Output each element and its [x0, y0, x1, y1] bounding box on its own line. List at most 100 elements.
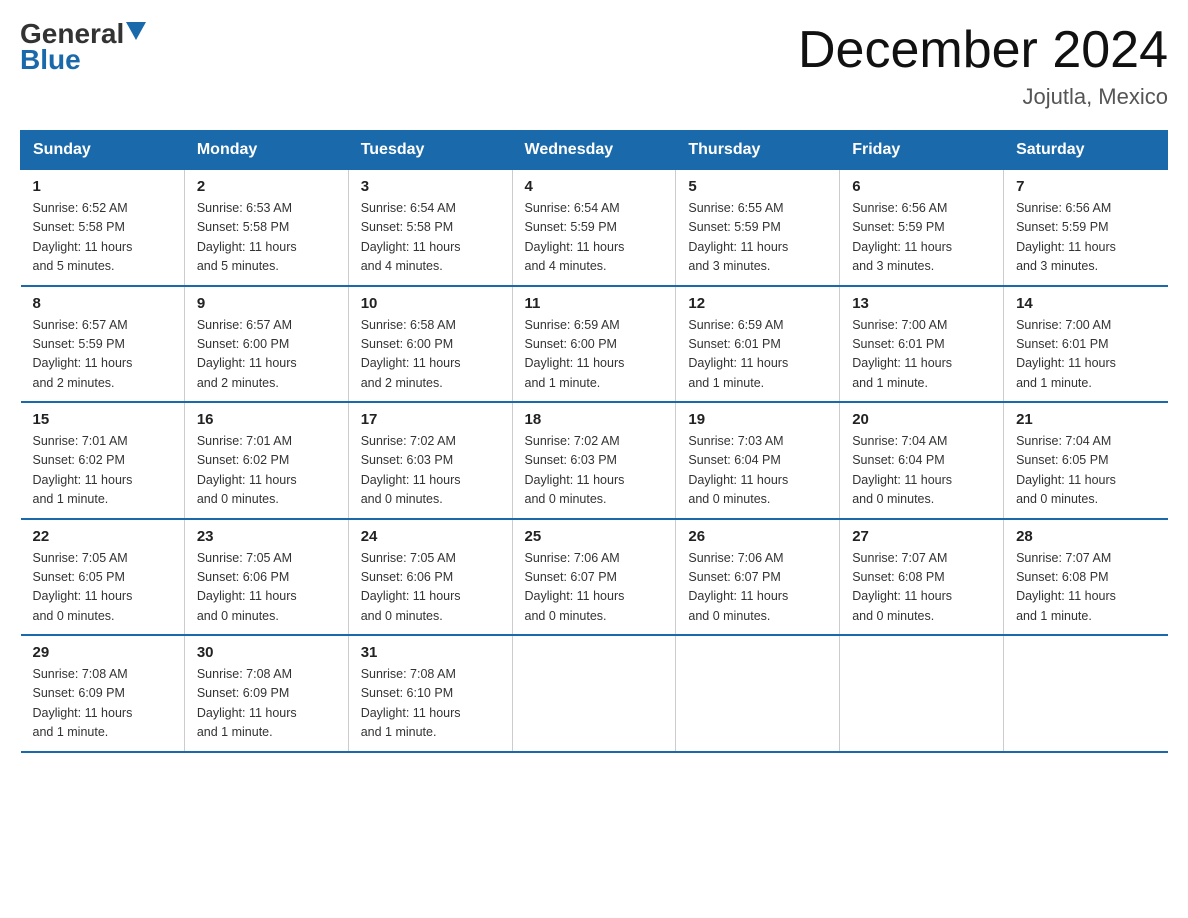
day-info: Sunrise: 6:58 AMSunset: 6:00 PMDaylight:… [361, 316, 500, 394]
logo-blue-text: Blue [20, 44, 81, 76]
calendar-cell [840, 635, 1004, 752]
day-number: 21 [1016, 411, 1155, 428]
day-info: Sunrise: 7:04 AMSunset: 6:04 PMDaylight:… [852, 432, 991, 510]
calendar-week-row: 22 Sunrise: 7:05 AMSunset: 6:05 PMDaylig… [21, 519, 1168, 636]
calendar-cell: 31 Sunrise: 7:08 AMSunset: 6:10 PMDaylig… [348, 635, 512, 752]
day-number: 3 [361, 178, 500, 195]
calendar-cell: 26 Sunrise: 7:06 AMSunset: 6:07 PMDaylig… [676, 519, 840, 636]
day-info: Sunrise: 7:05 AMSunset: 6:06 PMDaylight:… [361, 549, 500, 627]
day-number: 28 [1016, 528, 1155, 545]
day-number: 2 [197, 178, 336, 195]
col-saturday: Saturday [1004, 131, 1168, 170]
day-info: Sunrise: 7:06 AMSunset: 6:07 PMDaylight:… [525, 549, 664, 627]
calendar-cell: 10 Sunrise: 6:58 AMSunset: 6:00 PMDaylig… [348, 286, 512, 403]
col-sunday: Sunday [21, 131, 185, 170]
title-block: December 2024 Jojutla, Mexico [798, 20, 1168, 110]
calendar-cell: 24 Sunrise: 7:05 AMSunset: 6:06 PMDaylig… [348, 519, 512, 636]
day-info: Sunrise: 7:00 AMSunset: 6:01 PMDaylight:… [852, 316, 991, 394]
day-number: 17 [361, 411, 500, 428]
day-number: 25 [525, 528, 664, 545]
calendar-cell: 15 Sunrise: 7:01 AMSunset: 6:02 PMDaylig… [21, 402, 185, 519]
calendar-cell [512, 635, 676, 752]
calendar-cell: 16 Sunrise: 7:01 AMSunset: 6:02 PMDaylig… [184, 402, 348, 519]
calendar-table: Sunday Monday Tuesday Wednesday Thursday… [20, 130, 1168, 753]
col-tuesday: Tuesday [348, 131, 512, 170]
day-number: 6 [852, 178, 991, 195]
col-thursday: Thursday [676, 131, 840, 170]
day-number: 10 [361, 295, 500, 312]
logo: General Blue [20, 20, 146, 76]
calendar-cell: 22 Sunrise: 7:05 AMSunset: 6:05 PMDaylig… [21, 519, 185, 636]
calendar-cell: 14 Sunrise: 7:00 AMSunset: 6:01 PMDaylig… [1004, 286, 1168, 403]
calendar-cell: 17 Sunrise: 7:02 AMSunset: 6:03 PMDaylig… [348, 402, 512, 519]
calendar-cell [676, 635, 840, 752]
day-info: Sunrise: 7:08 AMSunset: 6:09 PMDaylight:… [33, 665, 172, 743]
day-number: 9 [197, 295, 336, 312]
calendar-cell: 11 Sunrise: 6:59 AMSunset: 6:00 PMDaylig… [512, 286, 676, 403]
day-info: Sunrise: 7:02 AMSunset: 6:03 PMDaylight:… [525, 432, 664, 510]
calendar-header-row: Sunday Monday Tuesday Wednesday Thursday… [21, 131, 1168, 170]
day-number: 7 [1016, 178, 1155, 195]
calendar-cell: 5 Sunrise: 6:55 AMSunset: 5:59 PMDayligh… [676, 170, 840, 286]
day-number: 19 [688, 411, 827, 428]
calendar-cell: 3 Sunrise: 6:54 AMSunset: 5:58 PMDayligh… [348, 170, 512, 286]
day-number: 22 [33, 528, 172, 545]
calendar-week-row: 1 Sunrise: 6:52 AMSunset: 5:58 PMDayligh… [21, 170, 1168, 286]
day-info: Sunrise: 7:01 AMSunset: 6:02 PMDaylight:… [197, 432, 336, 510]
day-info: Sunrise: 6:57 AMSunset: 5:59 PMDaylight:… [33, 316, 172, 394]
day-info: Sunrise: 7:03 AMSunset: 6:04 PMDaylight:… [688, 432, 827, 510]
calendar-cell: 6 Sunrise: 6:56 AMSunset: 5:59 PMDayligh… [840, 170, 1004, 286]
day-number: 31 [361, 644, 500, 661]
day-number: 18 [525, 411, 664, 428]
day-info: Sunrise: 7:08 AMSunset: 6:09 PMDaylight:… [197, 665, 336, 743]
calendar-cell: 25 Sunrise: 7:06 AMSunset: 6:07 PMDaylig… [512, 519, 676, 636]
calendar-week-row: 8 Sunrise: 6:57 AMSunset: 5:59 PMDayligh… [21, 286, 1168, 403]
day-info: Sunrise: 6:53 AMSunset: 5:58 PMDaylight:… [197, 199, 336, 277]
col-monday: Monday [184, 131, 348, 170]
day-info: Sunrise: 7:05 AMSunset: 6:05 PMDaylight:… [33, 549, 172, 627]
day-info: Sunrise: 7:00 AMSunset: 6:01 PMDaylight:… [1016, 316, 1155, 394]
day-number: 15 [33, 411, 172, 428]
day-number: 16 [197, 411, 336, 428]
day-number: 20 [852, 411, 991, 428]
day-info: Sunrise: 7:08 AMSunset: 6:10 PMDaylight:… [361, 665, 500, 743]
logo-triangle-icon [126, 22, 146, 42]
calendar-cell: 20 Sunrise: 7:04 AMSunset: 6:04 PMDaylig… [840, 402, 1004, 519]
day-number: 13 [852, 295, 991, 312]
day-number: 11 [525, 295, 664, 312]
day-info: Sunrise: 6:55 AMSunset: 5:59 PMDaylight:… [688, 199, 827, 277]
calendar-week-row: 29 Sunrise: 7:08 AMSunset: 6:09 PMDaylig… [21, 635, 1168, 752]
calendar-title: December 2024 [798, 20, 1168, 80]
calendar-cell: 28 Sunrise: 7:07 AMSunset: 6:08 PMDaylig… [1004, 519, 1168, 636]
day-number: 4 [525, 178, 664, 195]
calendar-cell: 21 Sunrise: 7:04 AMSunset: 6:05 PMDaylig… [1004, 402, 1168, 519]
day-info: Sunrise: 6:57 AMSunset: 6:00 PMDaylight:… [197, 316, 336, 394]
calendar-cell: 4 Sunrise: 6:54 AMSunset: 5:59 PMDayligh… [512, 170, 676, 286]
day-number: 1 [33, 178, 172, 195]
day-number: 12 [688, 295, 827, 312]
day-number: 5 [688, 178, 827, 195]
day-info: Sunrise: 6:59 AMSunset: 6:00 PMDaylight:… [525, 316, 664, 394]
day-info: Sunrise: 7:04 AMSunset: 6:05 PMDaylight:… [1016, 432, 1155, 510]
day-info: Sunrise: 7:06 AMSunset: 6:07 PMDaylight:… [688, 549, 827, 627]
calendar-cell: 23 Sunrise: 7:05 AMSunset: 6:06 PMDaylig… [184, 519, 348, 636]
calendar-cell: 1 Sunrise: 6:52 AMSunset: 5:58 PMDayligh… [21, 170, 185, 286]
day-info: Sunrise: 7:01 AMSunset: 6:02 PMDaylight:… [33, 432, 172, 510]
calendar-cell: 27 Sunrise: 7:07 AMSunset: 6:08 PMDaylig… [840, 519, 1004, 636]
day-info: Sunrise: 6:56 AMSunset: 5:59 PMDaylight:… [1016, 199, 1155, 277]
calendar-cell: 29 Sunrise: 7:08 AMSunset: 6:09 PMDaylig… [21, 635, 185, 752]
calendar-cell [1004, 635, 1168, 752]
calendar-cell: 30 Sunrise: 7:08 AMSunset: 6:09 PMDaylig… [184, 635, 348, 752]
calendar-cell: 12 Sunrise: 6:59 AMSunset: 6:01 PMDaylig… [676, 286, 840, 403]
calendar-cell: 7 Sunrise: 6:56 AMSunset: 5:59 PMDayligh… [1004, 170, 1168, 286]
day-info: Sunrise: 7:07 AMSunset: 6:08 PMDaylight:… [852, 549, 991, 627]
day-info: Sunrise: 6:59 AMSunset: 6:01 PMDaylight:… [688, 316, 827, 394]
day-info: Sunrise: 7:05 AMSunset: 6:06 PMDaylight:… [197, 549, 336, 627]
day-info: Sunrise: 6:56 AMSunset: 5:59 PMDaylight:… [852, 199, 991, 277]
calendar-cell: 2 Sunrise: 6:53 AMSunset: 5:58 PMDayligh… [184, 170, 348, 286]
calendar-cell: 9 Sunrise: 6:57 AMSunset: 6:00 PMDayligh… [184, 286, 348, 403]
day-number: 24 [361, 528, 500, 545]
page-header: General Blue December 2024 Jojutla, Mexi… [20, 20, 1168, 110]
day-info: Sunrise: 6:54 AMSunset: 5:59 PMDaylight:… [525, 199, 664, 277]
calendar-cell: 19 Sunrise: 7:03 AMSunset: 6:04 PMDaylig… [676, 402, 840, 519]
